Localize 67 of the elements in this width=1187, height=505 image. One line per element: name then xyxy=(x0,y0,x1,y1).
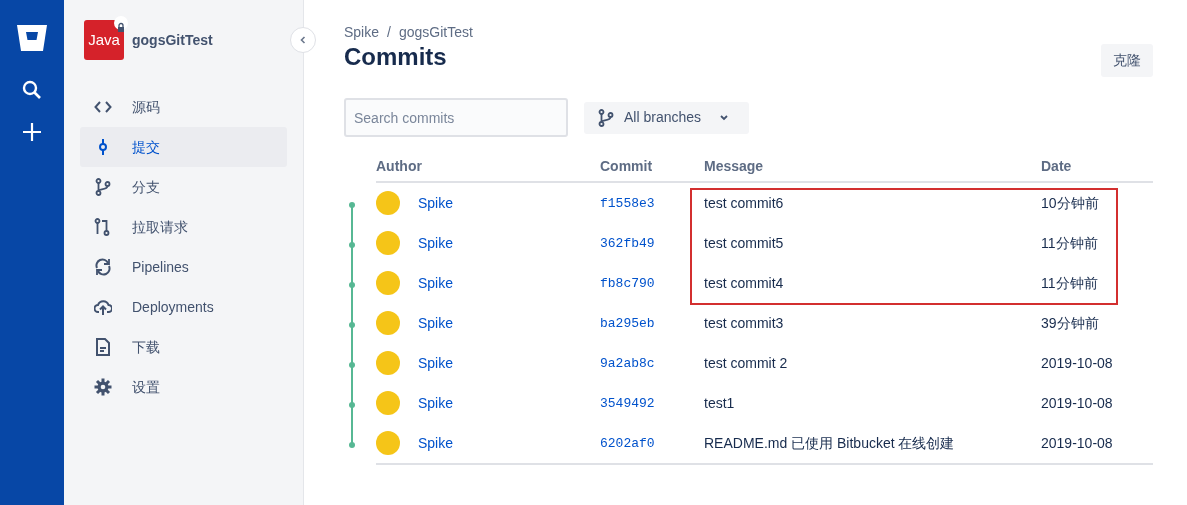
commit-message: test commit 2 xyxy=(704,354,788,371)
column-header: Author xyxy=(376,157,423,176)
avatar-icon xyxy=(376,351,400,375)
commit-message: test commit3 xyxy=(704,314,784,331)
settings-icon xyxy=(94,378,112,396)
author-link[interactable]: Spike xyxy=(418,392,454,414)
avatar-icon xyxy=(376,271,400,295)
page-title: Commits xyxy=(344,43,448,72)
cycle-icon xyxy=(94,258,112,276)
sidebar-item[interactable]: 源码 xyxy=(80,87,287,127)
chevron-left-icon xyxy=(298,35,308,45)
commit-date: 10分钟前 xyxy=(1041,194,1099,211)
column-header: Commit xyxy=(600,157,654,176)
commit-hash-link[interactable]: 6202af0 xyxy=(600,436,655,452)
commit-hash-link[interactable]: 3549492 xyxy=(600,396,655,412)
search-field[interactable]: Search commits xyxy=(344,98,568,137)
column-header: Message xyxy=(704,157,765,176)
author-link[interactable]: Spike xyxy=(418,352,454,374)
commit-date: 39分钟前 xyxy=(1041,314,1099,331)
logo-icon[interactable] xyxy=(16,24,48,52)
author-link[interactable]: Spike xyxy=(418,192,454,214)
avatar-icon xyxy=(376,311,400,335)
avatar-icon xyxy=(376,231,400,255)
breadcrumb-separator: / xyxy=(387,24,391,40)
clone-button[interactable]: 克隆 xyxy=(1101,44,1153,77)
commit-date: 2019-10-08 xyxy=(1041,394,1113,411)
branch-icon xyxy=(598,108,614,127)
commit-hash-link[interactable]: f1558e3 xyxy=(600,196,655,212)
breadcrumb-link[interactable]: gogsGitTest xyxy=(398,24,473,40)
sidebar-item[interactable]: Deployments xyxy=(80,287,287,327)
commit-date: 2019-10-08 xyxy=(1041,434,1113,451)
sidebar-item[interactable]: 下载 xyxy=(80,327,287,367)
commit-message: test1 xyxy=(704,394,735,411)
sidebar-item[interactable]: 分支 xyxy=(80,167,287,207)
author-link[interactable]: Spike xyxy=(418,272,454,294)
sidebar-item[interactable]: 设置 xyxy=(80,367,287,407)
plus-icon[interactable] xyxy=(22,122,42,142)
sidebar-item[interactable]: 拉取请求 xyxy=(80,207,287,247)
avatar-icon xyxy=(376,391,400,415)
avatar-icon xyxy=(376,191,400,215)
avatar-icon xyxy=(376,431,400,455)
sidebar-item[interactable]: Pipelines xyxy=(80,247,287,287)
commit-message: test commit6 xyxy=(704,194,784,211)
author-link[interactable]: Spike xyxy=(418,312,454,334)
commit-hash-link[interactable]: 362fb49 xyxy=(600,236,655,252)
breadcrumb-link[interactable]: Spike xyxy=(344,24,380,40)
commit-hash-link[interactable]: ba295eb xyxy=(600,316,655,332)
column-header: Date xyxy=(1041,157,1073,176)
document-icon xyxy=(94,338,112,356)
commit-message: README.md 已使用 Bitbucket 在线创建 xyxy=(704,434,955,451)
search-icon[interactable] xyxy=(22,80,42,100)
commit-hash-link[interactable]: 9a2ab8c xyxy=(600,356,655,372)
author-link[interactable]: Spike xyxy=(418,432,454,454)
commit-date: 11分钟前 xyxy=(1041,274,1098,291)
branch-icon xyxy=(94,178,112,196)
chevron-icon xyxy=(719,113,730,122)
commit-hash-link[interactable]: fb8c790 xyxy=(600,276,655,292)
commit-message: test commit4 xyxy=(704,274,784,291)
branch-filter[interactable]: All branches xyxy=(584,101,749,134)
commit-date: 2019-10-08 xyxy=(1041,354,1113,371)
author-link[interactable]: Spike xyxy=(418,232,454,254)
commit-message: test commit5 xyxy=(704,234,784,251)
upload-cloud-icon xyxy=(94,298,112,316)
pull-request-icon xyxy=(94,218,112,236)
repo-name: gogsGitTest xyxy=(132,30,213,50)
sidebar-item[interactable]: 提交 xyxy=(80,127,287,167)
commit-date: 11分钟前 xyxy=(1041,234,1098,251)
